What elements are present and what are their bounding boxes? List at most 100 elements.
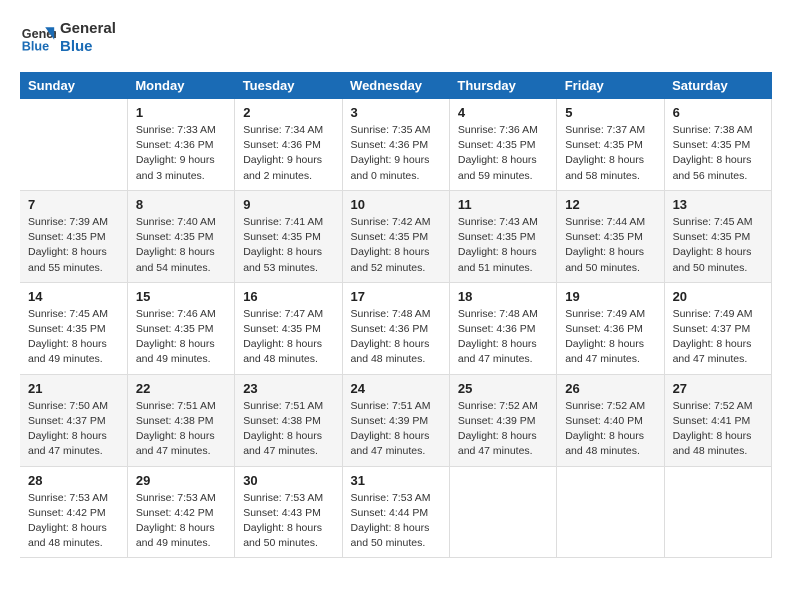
- svg-text:Blue: Blue: [22, 40, 49, 54]
- week-row-2: 14 Sunrise: 7:45 AM Sunset: 4:35 PM Dayli…: [20, 282, 772, 374]
- calendar-cell: 13 Sunrise: 7:45 AM Sunset: 4:35 PM Dayli…: [664, 190, 771, 282]
- calendar-cell: 5Sunrise: 7:37 AM Sunset: 4:35 PM Daylig…: [557, 99, 664, 190]
- day-header-wednesday: Wednesday: [342, 72, 449, 99]
- day-number: 27: [673, 381, 763, 396]
- day-info: Sunrise: 7:47 AM Sunset: 4:35 PM Dayligh…: [243, 307, 333, 368]
- day-info: Sunrise: 7:38 AM Sunset: 4:35 PM Dayligh…: [673, 123, 763, 184]
- calendar-cell: [664, 466, 771, 558]
- day-number: 31: [351, 473, 441, 488]
- logo: General Blue General Blue: [20, 20, 116, 56]
- day-header-thursday: Thursday: [449, 72, 556, 99]
- logo-text-general: General: [60, 20, 116, 38]
- day-info: Sunrise: 7:36 AM Sunset: 4:35 PM Dayligh…: [458, 123, 548, 184]
- day-info: Sunrise: 7:46 AM Sunset: 4:35 PM Dayligh…: [136, 307, 226, 368]
- calendar-table: SundayMondayTuesdayWednesdayThursdayFrid…: [20, 72, 772, 558]
- day-info: Sunrise: 7:52 AM Sunset: 4:41 PM Dayligh…: [673, 399, 763, 460]
- day-info: Sunrise: 7:53 AM Sunset: 4:42 PM Dayligh…: [28, 491, 119, 552]
- day-info: Sunrise: 7:37 AM Sunset: 4:35 PM Dayligh…: [565, 123, 655, 184]
- calendar-cell: 17Sunrise: 7:48 AM Sunset: 4:36 PM Dayli…: [342, 282, 449, 374]
- logo-icon: General Blue: [20, 20, 56, 56]
- logo-text-blue: Blue: [60, 38, 116, 56]
- day-info: Sunrise: 7:52 AM Sunset: 4:39 PM Dayligh…: [458, 399, 548, 460]
- day-number: 4: [458, 105, 548, 120]
- day-header-monday: Monday: [127, 72, 234, 99]
- day-number: 22: [136, 381, 226, 396]
- calendar-cell: 23Sunrise: 7:51 AM Sunset: 4:38 PM Dayli…: [235, 374, 342, 466]
- calendar-cell: 6 Sunrise: 7:38 AM Sunset: 4:35 PM Daylig…: [664, 99, 771, 190]
- day-info: Sunrise: 7:48 AM Sunset: 4:36 PM Dayligh…: [351, 307, 441, 368]
- calendar-cell: 26 Sunrise: 7:52 AM Sunset: 4:40 PM Dayli…: [557, 374, 664, 466]
- day-info: Sunrise: 7:40 AM Sunset: 4:35 PM Dayligh…: [136, 215, 226, 276]
- day-info: Sunrise: 7:42 AM Sunset: 4:35 PM Dayligh…: [351, 215, 441, 276]
- day-info: Sunrise: 7:48 AM Sunset: 4:36 PM Dayligh…: [458, 307, 548, 368]
- week-row-0: 1Sunrise: 7:33 AM Sunset: 4:36 PM Daylig…: [20, 99, 772, 190]
- day-number: 20: [673, 289, 763, 304]
- day-info: Sunrise: 7:50 AM Sunset: 4:37 PM Dayligh…: [28, 399, 119, 460]
- calendar-cell: 19 Sunrise: 7:49 AM Sunset: 4:36 PM Dayli…: [557, 282, 664, 374]
- calendar-cell: 7 Sunrise: 7:39 AM Sunset: 4:35 PM Daylig…: [20, 190, 127, 282]
- week-row-3: 21 Sunrise: 7:50 AM Sunset: 4:37 PM Dayli…: [20, 374, 772, 466]
- calendar-cell: [557, 466, 664, 558]
- day-number: 6: [673, 105, 763, 120]
- day-number: 2: [243, 105, 333, 120]
- calendar-cell: 4 Sunrise: 7:36 AM Sunset: 4:35 PM Daylig…: [449, 99, 556, 190]
- day-info: Sunrise: 7:39 AM Sunset: 4:35 PM Dayligh…: [28, 215, 119, 276]
- day-info: Sunrise: 7:51 AM Sunset: 4:38 PM Dayligh…: [243, 399, 333, 460]
- day-number: 11: [458, 197, 548, 212]
- day-number: 1: [136, 105, 226, 120]
- day-info: Sunrise: 7:52 AM Sunset: 4:40 PM Dayligh…: [565, 399, 655, 460]
- day-info: Sunrise: 7:53 AM Sunset: 4:43 PM Dayligh…: [243, 491, 333, 552]
- day-number: 14: [28, 289, 119, 304]
- day-number: 28: [28, 473, 119, 488]
- day-number: 12: [565, 197, 655, 212]
- calendar-cell: 21 Sunrise: 7:50 AM Sunset: 4:37 PM Dayli…: [20, 374, 127, 466]
- day-number: 7: [28, 197, 119, 212]
- day-number: 10: [351, 197, 441, 212]
- day-number: 13: [673, 197, 763, 212]
- day-info: Sunrise: 7:53 AM Sunset: 4:42 PM Dayligh…: [136, 491, 226, 552]
- calendar-cell: 25 Sunrise: 7:52 AM Sunset: 4:39 PM Dayli…: [449, 374, 556, 466]
- calendar-cell: 8Sunrise: 7:40 AM Sunset: 4:35 PM Daylig…: [127, 190, 234, 282]
- calendar-cell: 30 Sunrise: 7:53 AM Sunset: 4:43 PM Dayli…: [235, 466, 342, 558]
- day-info: Sunrise: 7:45 AM Sunset: 4:35 PM Dayligh…: [673, 215, 763, 276]
- day-header-friday: Friday: [557, 72, 664, 99]
- calendar-cell: 1Sunrise: 7:33 AM Sunset: 4:36 PM Daylig…: [127, 99, 234, 190]
- calendar-cell: 24 Sunrise: 7:51 AM Sunset: 4:39 PM Dayli…: [342, 374, 449, 466]
- day-number: 26: [565, 381, 655, 396]
- day-number: 21: [28, 381, 119, 396]
- day-number: 25: [458, 381, 548, 396]
- calendar-cell: 15Sunrise: 7:46 AM Sunset: 4:35 PM Dayli…: [127, 282, 234, 374]
- calendar-cell: 14 Sunrise: 7:45 AM Sunset: 4:35 PM Dayli…: [20, 282, 127, 374]
- calendar-cell: 9 Sunrise: 7:41 AM Sunset: 4:35 PM Daylig…: [235, 190, 342, 282]
- calendar-cell: 16 Sunrise: 7:47 AM Sunset: 4:35 PM Dayli…: [235, 282, 342, 374]
- calendar-cell: 20 Sunrise: 7:49 AM Sunset: 4:37 PM Dayli…: [664, 282, 771, 374]
- day-info: Sunrise: 7:44 AM Sunset: 4:35 PM Dayligh…: [565, 215, 655, 276]
- day-number: 3: [351, 105, 441, 120]
- week-row-4: 28 Sunrise: 7:53 AM Sunset: 4:42 PM Dayli…: [20, 466, 772, 558]
- week-row-1: 7 Sunrise: 7:39 AM Sunset: 4:35 PM Daylig…: [20, 190, 772, 282]
- calendar-cell: [449, 466, 556, 558]
- day-info: Sunrise: 7:35 AM Sunset: 4:36 PM Dayligh…: [351, 123, 441, 184]
- calendar-header-row: SundayMondayTuesdayWednesdayThursdayFrid…: [20, 72, 772, 99]
- day-info: Sunrise: 7:49 AM Sunset: 4:36 PM Dayligh…: [565, 307, 655, 368]
- day-number: 9: [243, 197, 333, 212]
- day-info: Sunrise: 7:49 AM Sunset: 4:37 PM Dayligh…: [673, 307, 763, 368]
- day-info: Sunrise: 7:45 AM Sunset: 4:35 PM Dayligh…: [28, 307, 119, 368]
- calendar-cell: 18Sunrise: 7:48 AM Sunset: 4:36 PM Dayli…: [449, 282, 556, 374]
- day-number: 24: [351, 381, 441, 396]
- day-number: 30: [243, 473, 333, 488]
- calendar-cell: 31 Sunrise: 7:53 AM Sunset: 4:44 PM Dayli…: [342, 466, 449, 558]
- calendar-cell: 12 Sunrise: 7:44 AM Sunset: 4:35 PM Dayli…: [557, 190, 664, 282]
- page-header: General Blue General Blue: [20, 20, 772, 56]
- calendar-cell: 2 Sunrise: 7:34 AM Sunset: 4:36 PM Daylig…: [235, 99, 342, 190]
- day-info: Sunrise: 7:51 AM Sunset: 4:39 PM Dayligh…: [351, 399, 441, 460]
- day-number: 16: [243, 289, 333, 304]
- day-info: Sunrise: 7:53 AM Sunset: 4:44 PM Dayligh…: [351, 491, 441, 552]
- day-info: Sunrise: 7:41 AM Sunset: 4:35 PM Dayligh…: [243, 215, 333, 276]
- day-number: 19: [565, 289, 655, 304]
- day-header-saturday: Saturday: [664, 72, 771, 99]
- day-info: Sunrise: 7:51 AM Sunset: 4:38 PM Dayligh…: [136, 399, 226, 460]
- calendar-cell: 10 Sunrise: 7:42 AM Sunset: 4:35 PM Dayli…: [342, 190, 449, 282]
- day-info: Sunrise: 7:34 AM Sunset: 4:36 PM Dayligh…: [243, 123, 333, 184]
- day-header-sunday: Sunday: [20, 72, 127, 99]
